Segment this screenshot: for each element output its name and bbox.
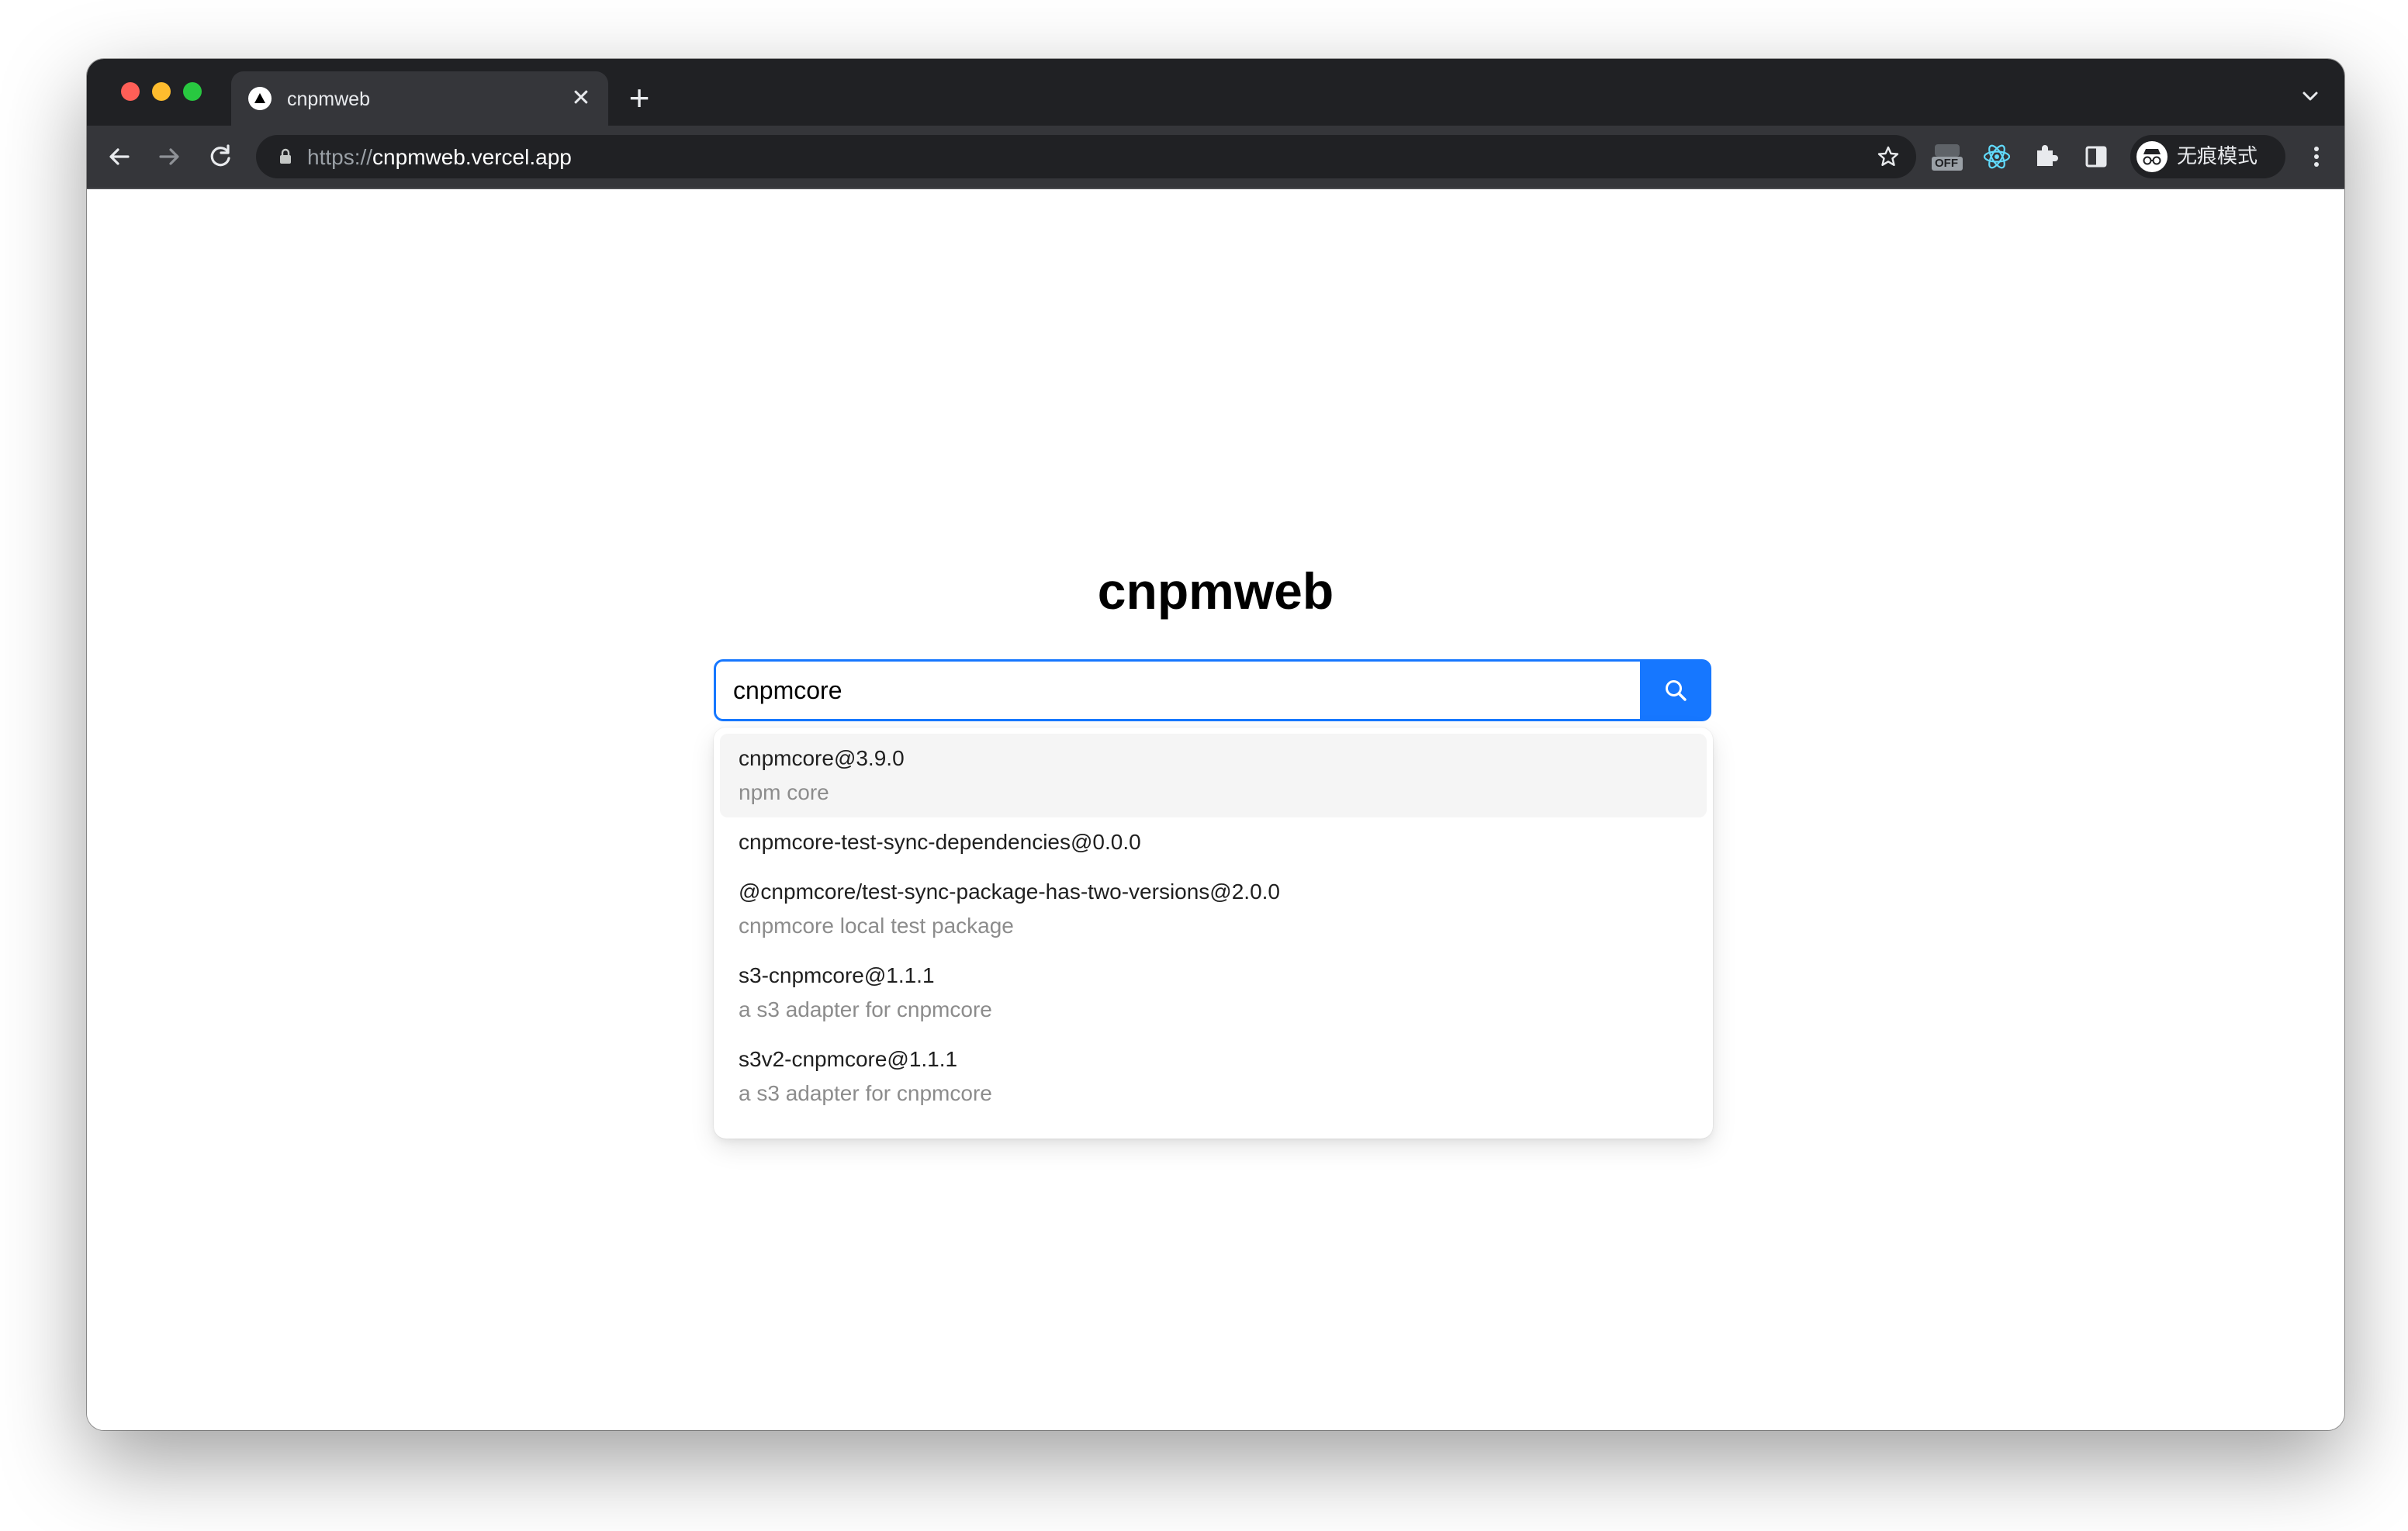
incognito-icon <box>2136 141 2168 172</box>
arrow-right-icon <box>159 148 179 165</box>
puzzle-icon <box>2037 145 2058 166</box>
suggestion-description: cnpmcore local test package <box>739 914 1014 938</box>
suggestion-name: cnpmcore-test-sync-dependencies@0.0.0 <box>739 830 1141 854</box>
suggestion-item[interactable]: @cnpmcore/test-sync-package-has-two-vers… <box>720 867 1707 951</box>
search-button[interactable] <box>1640 659 1711 721</box>
back-button[interactable] <box>102 140 137 174</box>
close-icon[interactable]: ✕ <box>568 85 594 112</box>
tab-search-button[interactable] <box>2296 82 2324 110</box>
browser-toolbar: https://cnpmweb.vercel.app OFF 无痕模式 <box>87 126 2344 189</box>
browser-menu-button[interactable] <box>2299 140 2334 174</box>
suggestion-name: cnpmcore@3.9.0 <box>739 746 905 770</box>
arrow-left-icon <box>109 148 130 165</box>
address-bar[interactable]: https://cnpmweb.vercel.app <box>256 135 1916 178</box>
url-text[interactable]: https://cnpmweb.vercel.app <box>307 146 572 169</box>
extension-off-badge: OFF <box>1935 157 1958 170</box>
suggestion-name: s3v2-cnpmcore@1.1.1 <box>739 1047 958 1071</box>
page-content: cnpmweb cnpmcore@3.9.0 npm core cnpmcore… <box>87 189 2344 1430</box>
suggestion-description: a s3 adapter for cnpmcore <box>739 1081 992 1105</box>
star-icon[interactable] <box>1876 144 1901 169</box>
search-icon <box>1666 680 1687 701</box>
search-bar <box>714 659 1711 721</box>
suggestion-description: a s3 adapter for cnpmcore <box>739 997 992 1021</box>
suggestion-name: @cnpmcore/test-sync-package-has-two-vers… <box>739 880 1281 904</box>
extension-off-button[interactable]: OFF <box>1930 140 1964 174</box>
close-window-button[interactable] <box>121 82 140 101</box>
suggestion-name: s3-cnpmcore@1.1.1 <box>739 963 935 987</box>
maximize-window-button[interactable] <box>183 82 202 101</box>
tab-title: cnpmweb <box>287 88 370 110</box>
suggestion-dropdown: cnpmcore@3.9.0 npm core cnpmcore-test-sy… <box>714 727 1713 1139</box>
incognito-label: 无痕模式 <box>2177 145 2258 168</box>
suggestion-item[interactable]: cnpmcore-test-sync-dependencies@0.0.0 <box>720 817 1707 867</box>
chevron-down-icon <box>2302 92 2318 101</box>
page-title: cnpmweb <box>1097 562 1334 620</box>
suggestion-item[interactable]: s3v2-cnpmcore@1.1.1 a s3 adapter for cnp… <box>720 1035 1707 1118</box>
reload-button[interactable] <box>203 140 237 174</box>
new-tab-button[interactable]: + <box>622 80 656 116</box>
tab-cnpmweb[interactable]: cnpmweb ✕ <box>231 71 608 126</box>
incognito-profile-button[interactable]: 无痕模式 <box>2130 135 2285 178</box>
lock-icon[interactable] <box>276 147 295 166</box>
suggestion-item[interactable]: cnpmcore@3.9.0 npm core <box>720 734 1707 817</box>
browser-window: cnpmweb ✕ + https://cnpmweb.vercel.app O… <box>87 59 2344 1430</box>
vercel-triangle-icon <box>248 87 272 110</box>
extensions-button[interactable] <box>2029 140 2064 174</box>
reload-icon <box>210 144 230 167</box>
url-host: cnpmweb.vercel.app <box>372 145 572 169</box>
search-input[interactable] <box>714 659 1640 721</box>
minimize-window-button[interactable] <box>152 82 171 101</box>
plus-icon: + <box>628 78 650 118</box>
more-vertical-icon <box>2314 147 2319 167</box>
suggestion-item[interactable]: s3-cnpmcore@1.1.1 a s3 adapter for cnpmc… <box>720 951 1707 1035</box>
react-icon <box>1983 144 2011 169</box>
suggestion-description: npm core <box>739 780 829 804</box>
forward-button[interactable] <box>152 140 186 174</box>
react-devtools-button[interactable] <box>1980 140 2014 174</box>
url-scheme: https:// <box>307 145 373 169</box>
side-panel-icon <box>2085 146 2107 168</box>
tab-strip: cnpmweb ✕ + <box>87 59 2344 126</box>
side-panel-button[interactable] <box>2079 140 2113 174</box>
